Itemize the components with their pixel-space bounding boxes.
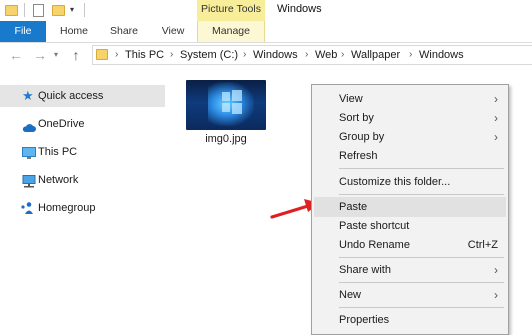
menu-item-label: Sort by: [339, 112, 374, 124]
up-arrow-icon[interactable]: ↑: [68, 43, 84, 67]
tab-share[interactable]: Share: [104, 21, 144, 42]
menu-item-properties[interactable]: Properties: [314, 310, 506, 330]
menu-separator: [339, 282, 504, 283]
menu-item-view[interactable]: View ›: [314, 89, 506, 109]
menu-item-customize-folder[interactable]: Customize this folder...: [314, 172, 506, 192]
menu-item-label: Properties: [339, 314, 390, 326]
breadcrumb-separator-icon[interactable]: ›: [243, 46, 246, 64]
menu-item-refresh[interactable]: Refresh: [314, 146, 506, 166]
menu-item-new[interactable]: New ›: [314, 285, 506, 305]
network-icon: [22, 174, 36, 188]
menu-item-label: Paste shortcut: [339, 220, 410, 232]
nav-item-label: OneDrive: [38, 118, 85, 130]
breadcrumb-separator-icon[interactable]: ›: [341, 46, 344, 64]
thumbnail-window-pane: [232, 103, 242, 114]
nav-item-label: Quick access: [38, 90, 104, 102]
thumbnail-window-pane: [232, 90, 242, 101]
chevron-right-icon: ›: [494, 92, 498, 106]
menu-item-label: Undo Rename: [339, 239, 410, 251]
menu-item-shortcut: Ctrl+Z: [467, 239, 498, 251]
chevron-right-icon: ›: [494, 130, 498, 144]
menu-item-label: Refresh: [339, 150, 378, 162]
menu-item-label: Group by: [339, 131, 385, 143]
forward-arrow-icon[interactable]: →: [32, 43, 48, 67]
homegroup-icon: [20, 201, 33, 214]
menu-item-label: View: [339, 93, 363, 105]
thumbnail-window-pane: [222, 92, 230, 101]
nav-item-network[interactable]: Network: [0, 169, 165, 191]
nav-item-homegroup[interactable]: Homegroup: [0, 197, 165, 219]
nav-item-label: This PC: [38, 146, 78, 158]
star-icon: ★: [22, 88, 34, 103]
breadcrumb-this-pc[interactable]: This PC: [125, 46, 164, 64]
back-arrow-icon[interactable]: ←: [8, 43, 24, 67]
breadcrumb-web[interactable]: Web: [315, 46, 337, 64]
new-folder-icon[interactable]: [52, 5, 65, 16]
recent-locations-chevron-icon[interactable]: ▾: [51, 43, 61, 67]
file-name-label[interactable]: img0.jpg: [186, 133, 266, 145]
breadcrumb-separator-icon[interactable]: ›: [305, 46, 308, 64]
quick-access-separator: [84, 3, 85, 17]
breadcrumb-windows[interactable]: Windows: [253, 46, 298, 64]
nav-item-onedrive[interactable]: OneDrive: [0, 113, 165, 135]
breadcrumb-wallpaper[interactable]: Wallpaper: [351, 46, 400, 64]
menu-separator: [339, 307, 504, 308]
cloud-icon: [22, 119, 36, 132]
menu-item-group-by[interactable]: Group by ›: [314, 127, 506, 147]
menu-item-label: New: [339, 289, 362, 301]
nav-item-quick-access[interactable]: ★ Quick access: [0, 85, 165, 107]
properties-icon[interactable]: [33, 4, 44, 17]
tab-manage[interactable]: Manage: [197, 21, 265, 42]
menu-item-label: Share with: [339, 264, 391, 276]
nav-item-label: Network: [38, 174, 79, 186]
breadcrumb-windows-current[interactable]: Windows: [419, 46, 464, 64]
image-thumbnail[interactable]: [186, 80, 266, 130]
breadcrumb-separator-icon[interactable]: ›: [170, 46, 173, 64]
menu-item-sort-by[interactable]: Sort by ›: [314, 108, 506, 128]
menu-item-paste-shortcut[interactable]: Paste shortcut: [314, 216, 506, 236]
contextual-tab-group-label: Picture Tools: [201, 3, 261, 15]
window-title: Windows: [277, 3, 322, 15]
menu-separator: [339, 194, 504, 195]
tab-file[interactable]: File: [0, 21, 46, 42]
breadcrumb-separator-icon[interactable]: ›: [115, 46, 118, 64]
menu-item-share-with[interactable]: Share with ›: [314, 260, 506, 280]
breadcrumb-separator-icon[interactable]: ›: [409, 46, 412, 64]
thumbnail-glow: [208, 82, 254, 126]
chevron-right-icon: ›: [494, 263, 498, 277]
tab-home[interactable]: Home: [54, 21, 94, 42]
folder-icon: [5, 5, 18, 16]
menu-item-label: Paste: [339, 201, 368, 213]
menu-item-paste[interactable]: Paste: [314, 197, 506, 217]
nav-item-label: Homegroup: [38, 202, 96, 214]
menu-item-undo-rename[interactable]: Undo Rename Ctrl+Z: [314, 235, 506, 255]
thumbnail-window-pane: [222, 103, 230, 112]
title-bar: [0, 0, 532, 21]
breadcrumb-system-c[interactable]: System (C:): [180, 46, 238, 64]
menu-separator: [339, 257, 504, 258]
quick-access-separator: [24, 3, 25, 17]
chevron-right-icon: ›: [494, 288, 498, 302]
chevron-right-icon: ›: [494, 111, 498, 125]
nav-item-this-pc[interactable]: This PC: [0, 141, 165, 163]
context-menu: View › Sort by › Group by › Refresh Cust…: [311, 84, 509, 335]
monitor-icon: [22, 146, 36, 159]
menu-separator: [339, 168, 504, 169]
tab-view[interactable]: View: [154, 21, 192, 42]
menu-item-label: Customize this folder...: [339, 176, 451, 188]
customize-quick-access-icon[interactable]: ▾: [70, 5, 74, 14]
address-folder-icon: [96, 49, 108, 60]
